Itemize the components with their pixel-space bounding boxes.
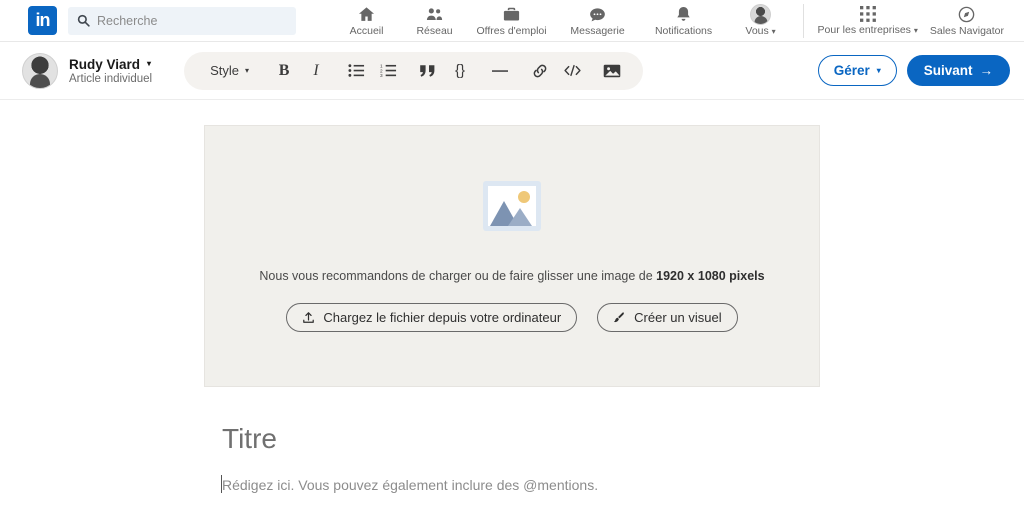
avatar-icon (750, 3, 772, 25)
create-visual-button[interactable]: Créer un visuel (597, 302, 738, 332)
article-title-input[interactable]: Titre (204, 423, 820, 455)
article-author[interactable]: Rudy Viard ▾ Article individuel (22, 52, 152, 89)
nav-label-vous: Vous ▾ (745, 25, 775, 37)
message-icon (588, 5, 607, 24)
author-subtitle: Article individuel (69, 72, 153, 85)
chevron-down-icon: ▾ (913, 26, 918, 35)
nav-item-messagerie[interactable]: Messagerie (555, 0, 641, 42)
nav-item-sales-navigator[interactable]: Sales Navigator (924, 5, 1010, 37)
nav-item-vous[interactable]: Vous ▾ (727, 0, 795, 42)
sun-shape (518, 190, 530, 203)
style-label: Style (210, 63, 240, 78)
editor-toolbar: Rudy Viard ▾ Article individuel Style ▾ … (0, 42, 1024, 100)
nav-label-sales-navigator: Sales Navigator (929, 24, 1004, 37)
cover-image-dropzone[interactable]: Nous vous recommandons de charger ou de … (204, 125, 820, 387)
bell-icon (674, 5, 693, 24)
chevron-down-icon: ▾ (245, 65, 250, 75)
horizontal-rule-icon[interactable] (485, 57, 515, 85)
nav-label-pour-les-entreprises: Pour les entreprises ▾ (818, 24, 918, 36)
global-navigation-bar: in Recherche Accueil Réseau Offres d'emp… (0, 0, 1024, 42)
briefcase-icon (502, 5, 521, 24)
quote-icon[interactable] (413, 57, 443, 85)
nav-label-messagerie: Messagerie (570, 24, 625, 37)
search-input[interactable]: Recherche (68, 6, 296, 35)
business-nav-items: Pour les entreprises ▾ Sales Navigator (812, 0, 1018, 42)
chevron-down-icon[interactable]: ▾ (147, 60, 151, 68)
chevron-down-icon: ▾ (876, 65, 881, 75)
bulleted-list-icon[interactable] (341, 57, 371, 85)
nav-item-notifications[interactable]: Notifications (641, 0, 727, 42)
create-visual-label: Créer un visuel (634, 309, 722, 325)
nav-label-accueil: Accueil (349, 24, 384, 37)
image-placeholder-icon (483, 180, 541, 231)
nav-label-entreprises-text: Pour les entreprises (817, 24, 911, 36)
author-name-row: Rudy Viard ▾ (69, 57, 152, 72)
nav-label-offres-emploi: Offres d'emploi (476, 24, 547, 37)
manage-button[interactable]: Gérer ▾ (817, 55, 897, 86)
style-dropdown[interactable]: Style ▾ (200, 57, 259, 85)
mountain-front-shape (508, 207, 532, 226)
svg-text:3: 3 (380, 73, 383, 78)
article-body-input[interactable]: Rédigez ici. Vous pouvez également inclu… (204, 475, 820, 493)
nav-label-vous-text: Vous (745, 24, 769, 37)
next-button[interactable]: Suivant → (906, 55, 1010, 86)
nav-label-reseau: Réseau (416, 24, 453, 37)
linkedin-logo[interactable]: in (28, 6, 57, 35)
article-canvas: Nous vous recommandons de charger ou de … (0, 100, 1024, 493)
nav-item-accueil[interactable]: Accueil (333, 0, 401, 42)
search-icon (77, 14, 90, 27)
cover-hint-prefix: Nous vous recommandons de charger ou de … (259, 268, 657, 283)
cover-recommendation-text: Nous vous recommandons de charger ou de … (259, 269, 764, 283)
search-placeholder: Recherche (97, 13, 158, 28)
home-icon (357, 5, 376, 24)
image-icon[interactable] (597, 57, 627, 85)
chevron-down-icon: ▾ (771, 26, 776, 36)
nav-item-offres-emploi[interactable]: Offres d'emploi (469, 0, 555, 42)
next-label: Suivant (923, 63, 973, 78)
cover-hint-dimensions: 1920 x 1080 pixels (656, 268, 765, 283)
design-brush-icon (613, 311, 626, 324)
code-block-icon[interactable]: {} (445, 57, 475, 85)
nav-item-reseau[interactable]: Réseau (401, 0, 469, 42)
nav-label-notifications: Notifications (654, 24, 713, 37)
arrow-right-icon: → (979, 63, 994, 78)
nav-item-pour-les-entreprises[interactable]: Pour les entreprises ▾ (812, 5, 924, 36)
upload-file-label: Chargez le fichier depuis votre ordinate… (323, 309, 562, 325)
link-icon[interactable] (525, 57, 555, 85)
network-icon (425, 5, 444, 24)
author-name: Rudy Viard (69, 56, 141, 72)
compass-icon (957, 5, 976, 24)
upload-icon (302, 311, 315, 324)
primary-nav-items: Accueil Réseau Offres d'emploi Messageri… (333, 0, 795, 42)
nav-divider (802, 3, 804, 38)
manage-label: Gérer (833, 63, 870, 78)
text-cursor (221, 475, 222, 493)
grid-icon (859, 5, 877, 23)
author-avatar (22, 52, 58, 89)
bold-icon[interactable]: B (269, 57, 299, 85)
italic-icon[interactable]: I (301, 57, 331, 85)
article-body-placeholder: Rédigez ici. Vous pouvez également inclu… (222, 477, 599, 493)
numbered-list-icon[interactable]: 1 2 3 (373, 57, 403, 85)
author-text: Rudy Viard ▾ Article individuel (69, 57, 152, 85)
editor-actions: Gérer ▾ Suivant → (817, 55, 1010, 86)
inline-code-icon[interactable] (557, 57, 587, 85)
upload-file-button[interactable]: Chargez le fichier depuis votre ordinate… (286, 302, 578, 332)
cover-buttons: Chargez le fichier depuis votre ordinate… (286, 302, 738, 332)
formatting-toolbar: Style ▾ B I 1 2 3 {} (184, 51, 644, 90)
